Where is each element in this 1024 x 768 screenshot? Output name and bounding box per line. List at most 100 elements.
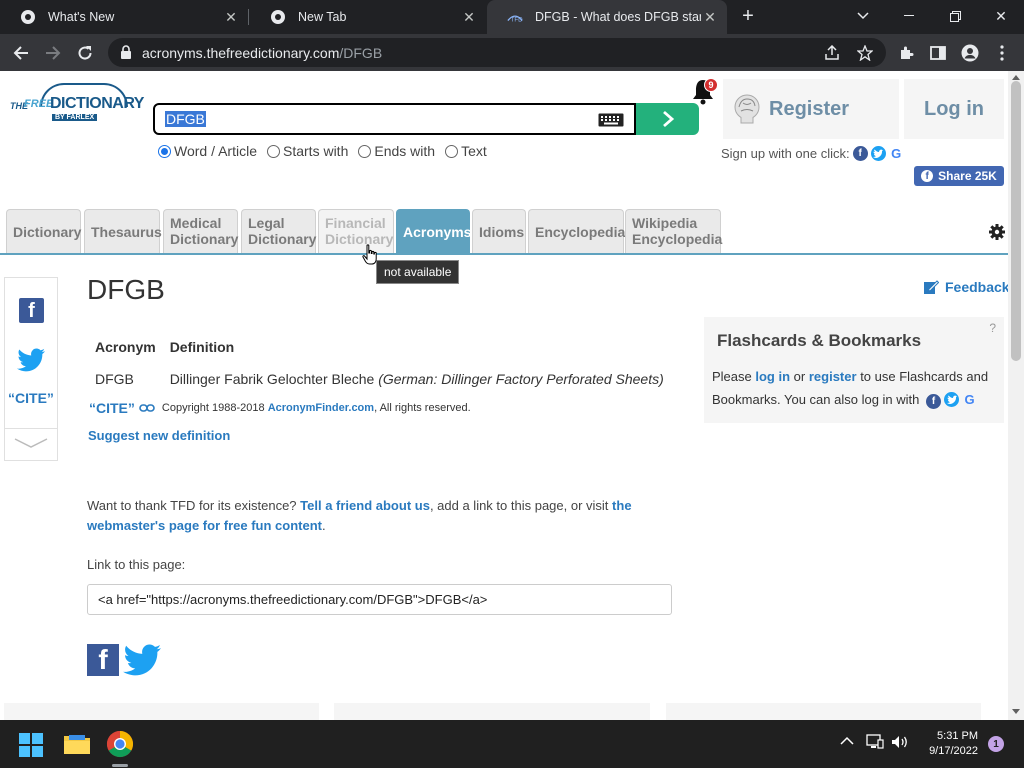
- facebook-share-button[interactable]: f Share 25K: [914, 166, 1004, 186]
- facebook-icon[interactable]: f: [926, 394, 942, 409]
- system-clock[interactable]: 5:31 PM 9/17/2022: [920, 729, 978, 759]
- search-submit-button[interactable]: [636, 103, 699, 135]
- column-header-acronym: Acronym: [95, 339, 156, 355]
- chevron-down-icon[interactable]: [13, 436, 49, 450]
- scroll-down-icon[interactable]: [1012, 709, 1020, 714]
- acronym-cell: DFGB: [95, 371, 134, 387]
- radio-word-article[interactable]: Word / Article: [158, 143, 257, 159]
- tab-search-icon[interactable]: [840, 0, 886, 32]
- close-window-icon[interactable]: ✕: [978, 0, 1024, 32]
- tab-thesaurus[interactable]: Thesaurus: [84, 209, 162, 254]
- menu-kebab-icon[interactable]: [989, 40, 1015, 66]
- link-code-field[interactable]: <a href="https://acronyms.thefreediction…: [87, 584, 672, 615]
- profile-icon[interactable]: [957, 40, 983, 66]
- tab-legal-dictionary[interactable]: Legal Dictionary: [241, 209, 316, 254]
- radio-dot[interactable]: [267, 144, 280, 158]
- close-tab-icon[interactable]: ✕: [701, 8, 719, 26]
- tell-a-friend-link[interactable]: Tell a friend about us: [300, 498, 430, 513]
- tab-wikipedia-encyclopedia[interactable]: Wikipedia Encyclopedia: [625, 209, 722, 254]
- link-icon[interactable]: [139, 403, 155, 413]
- twitter-icon[interactable]: [870, 146, 886, 161]
- tab-label: Medical: [170, 215, 222, 231]
- facebook-icon[interactable]: f: [19, 298, 44, 323]
- page-title: DFGB: [87, 274, 165, 305]
- keyboard-icon[interactable]: [598, 113, 624, 127]
- browser-tab-strip: What's New ✕ New Tab ✕ TFD DFGB - What d…: [0, 0, 1024, 34]
- tab-label: Encyclopedia: [535, 224, 626, 240]
- tfd-logo[interactable]: THE FREE DICTIONARY BY FARLEX: [6, 83, 144, 127]
- thank-tfd-text: Want to thank TFD for its existence? Tel…: [87, 496, 647, 536]
- facebook-icon[interactable]: f: [87, 644, 119, 676]
- lock-icon[interactable]: [120, 45, 132, 64]
- feedback-link[interactable]: Feedback: [923, 279, 1008, 295]
- page-scrollbar[interactable]: [1008, 71, 1024, 720]
- gear-icon[interactable]: [988, 223, 1008, 243]
- thank-text: Want to thank TFD for its existence?: [87, 498, 297, 513]
- twitter-icon[interactable]: [123, 644, 161, 676]
- scroll-up-icon[interactable]: [1012, 75, 1020, 80]
- search-input[interactable]: DFGB: [153, 103, 636, 135]
- tab-financial-dictionary[interactable]: Financial Dictionary: [318, 209, 394, 254]
- google-icon[interactable]: G: [962, 392, 977, 407]
- extensions-icon[interactable]: [893, 40, 919, 66]
- browser-tab-new-tab[interactable]: New Tab ✕: [250, 0, 486, 34]
- file-explorer-icon[interactable]: [63, 732, 91, 760]
- tab-idioms[interactable]: Idioms: [472, 209, 526, 254]
- browser-tab-whats-new[interactable]: What's New ✕: [0, 0, 248, 34]
- reload-icon[interactable]: [72, 40, 98, 66]
- tab-label: Idioms: [479, 224, 525, 240]
- chevron-up-icon[interactable]: [840, 734, 860, 754]
- flashcards-login-link[interactable]: log in: [755, 369, 790, 384]
- twitter-icon[interactable]: [944, 392, 960, 407]
- tab-label: Wikipedia: [632, 215, 698, 231]
- twitter-icon[interactable]: [17, 348, 47, 374]
- radio-text[interactable]: Text: [445, 143, 487, 159]
- login-button[interactable]: Log in: [904, 79, 1004, 139]
- cite-button[interactable]: “CITE”: [5, 390, 57, 406]
- suggest-definition-link[interactable]: Suggest new definition: [88, 428, 230, 443]
- side-panel-icon[interactable]: [925, 40, 951, 66]
- google-icon[interactable]: G: [888, 146, 904, 161]
- tab-title: New Tab: [298, 10, 347, 24]
- chrome-taskbar-icon[interactable]: [106, 730, 134, 758]
- bookmark-star-icon[interactable]: [856, 44, 874, 62]
- scrollbar-thumb[interactable]: [1011, 81, 1021, 361]
- share-label: Share 25K: [938, 169, 997, 183]
- radio-dot[interactable]: [445, 144, 459, 158]
- help-icon[interactable]: ?: [989, 321, 996, 335]
- new-tab-button[interactable]: +: [736, 5, 760, 29]
- acronymfinder-link[interactable]: AcronymFinder.com: [268, 402, 374, 414]
- close-tab-icon[interactable]: ✕: [460, 8, 478, 26]
- radio-label: Ends with: [374, 143, 436, 159]
- register-button[interactable]: Register: [723, 79, 899, 139]
- tab-encyclopedia[interactable]: Encyclopedia: [528, 209, 626, 254]
- close-tab-icon[interactable]: ✕: [222, 8, 240, 26]
- radio-dot[interactable]: [358, 144, 372, 158]
- volume-icon[interactable]: [891, 734, 911, 754]
- minimize-icon[interactable]: [886, 0, 932, 32]
- network-icon[interactable]: [866, 734, 886, 754]
- bottom-panel: [4, 703, 319, 720]
- restore-icon[interactable]: [932, 0, 978, 32]
- radio-starts-with[interactable]: Starts with: [267, 143, 348, 159]
- cite-button[interactable]: “CITE”: [89, 400, 135, 416]
- radio-ends-with[interactable]: Ends with: [358, 143, 435, 159]
- share-icon[interactable]: [824, 44, 840, 61]
- flashcards-register-link[interactable]: register: [809, 369, 857, 384]
- tab-label: Thesaurus: [91, 224, 162, 240]
- back-icon[interactable]: [8, 40, 34, 66]
- windows-start-icon[interactable]: [19, 733, 47, 761]
- notification-count-badge[interactable]: 1: [988, 736, 1004, 752]
- facebook-icon[interactable]: f: [852, 146, 868, 161]
- link-to-page-label: Link to this page:: [87, 557, 186, 572]
- radio-dot[interactable]: [158, 144, 171, 158]
- tab-medical-dictionary[interactable]: Medical Dictionary: [163, 209, 238, 254]
- address-bar[interactable]: acronyms.thefreedictionary.com/DFGB: [108, 38, 886, 67]
- flashcards-title: Flashcards & Bookmarks: [717, 331, 922, 350]
- notifications-button[interactable]: 9: [690, 77, 718, 107]
- tab-dictionary[interactable]: Dictionary: [6, 209, 81, 254]
- forward-icon[interactable]: [40, 40, 66, 66]
- browser-tab-dfgb[interactable]: TFD DFGB - What does DFGB stand fo ✕: [487, 0, 727, 34]
- tabs-underline: [0, 253, 1008, 255]
- tab-acronyms[interactable]: Acronyms: [396, 209, 471, 254]
